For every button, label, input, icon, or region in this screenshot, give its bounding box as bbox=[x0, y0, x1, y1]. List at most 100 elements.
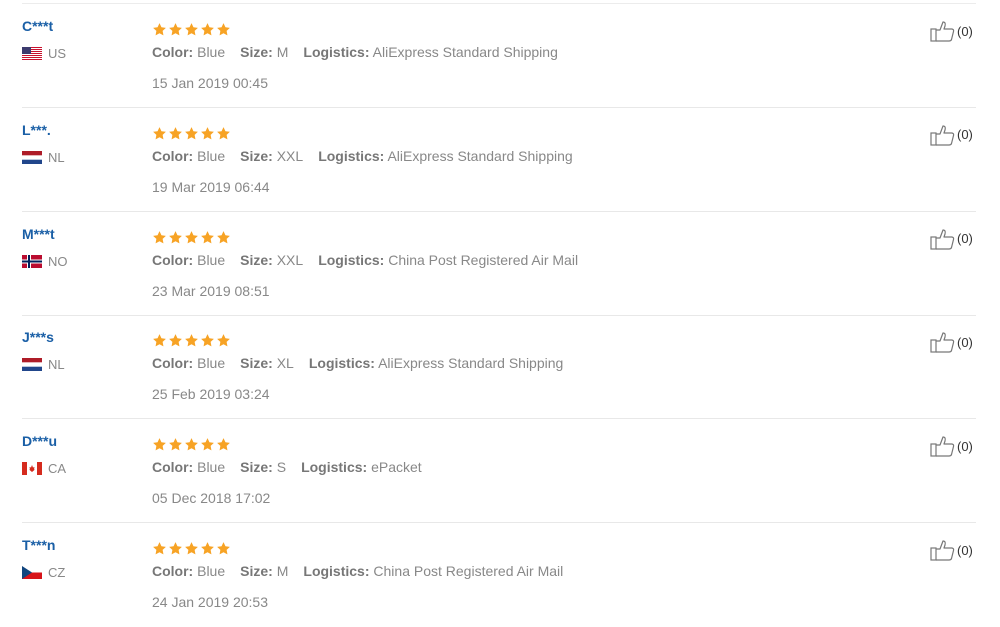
logistics-label: Logistics: bbox=[318, 147, 385, 164]
country-code: CA bbox=[48, 461, 67, 477]
reviewer-name[interactable]: J***s bbox=[22, 329, 54, 345]
country-flag-icon bbox=[22, 254, 42, 268]
color-value: Blue bbox=[197, 355, 226, 372]
star-rating bbox=[152, 22, 231, 37]
reviewer-country: NL bbox=[22, 357, 65, 372]
star-rating bbox=[152, 230, 231, 245]
thumbs-up-icon bbox=[930, 435, 956, 457]
reviewer-name[interactable]: L***. bbox=[22, 122, 51, 138]
logistics-value: AliExpress Standard Shipping bbox=[387, 147, 573, 164]
size-label: Size: bbox=[240, 563, 273, 579]
star-rating bbox=[152, 437, 231, 452]
color-value: Blue bbox=[197, 563, 226, 579]
color-label: Color: bbox=[152, 44, 194, 60]
thumbs-up-icon bbox=[930, 20, 956, 42]
helpful-count: (0) bbox=[957, 438, 973, 454]
order-details: Color: Blue Size: S Logistics: ePacket bbox=[152, 459, 437, 475]
helpful-button[interactable]: (0) bbox=[930, 331, 973, 353]
size-label: Size: bbox=[240, 147, 273, 164]
size-value: M bbox=[276, 44, 289, 60]
review-item: J***s NL Color: Blue Size: XL Logistics: Ali… bbox=[0, 315, 1000, 420]
review-date: 25 Feb 2019 03:24 bbox=[152, 386, 270, 403]
logistics-label: Logistics: bbox=[303, 563, 370, 579]
reviewer-name[interactable]: D***u bbox=[22, 433, 57, 449]
review-item: T***n CZ Color: Blue Size: M Logistics: Chin… bbox=[0, 523, 1000, 627]
logistics-label: Logistics: bbox=[303, 44, 370, 60]
helpful-count: (0) bbox=[957, 231, 973, 247]
country-code: NO bbox=[48, 253, 68, 269]
order-details: Color: Blue Size: XXL Logistics: China Pos… bbox=[152, 252, 593, 268]
country-flag-icon bbox=[22, 47, 42, 60]
color-value: Blue bbox=[197, 459, 226, 476]
color-value: Blue bbox=[197, 44, 226, 60]
size-value: XL bbox=[276, 355, 294, 372]
order-details: Color: Blue Size: XL Logistics: AliExpress… bbox=[152, 355, 578, 371]
size-value: M bbox=[276, 563, 289, 579]
logistics-value: AliExpress Standard Shipping bbox=[378, 355, 564, 372]
country-code: CZ bbox=[48, 565, 66, 580]
country-code: NL bbox=[48, 357, 65, 373]
size-value: XXL bbox=[276, 147, 304, 164]
review-item: L***. NL Color: Blue Size: XXL Logistics: Al… bbox=[0, 108, 1000, 212]
country-code: NL bbox=[48, 149, 65, 165]
color-label: Color: bbox=[152, 563, 194, 579]
country-code: US bbox=[48, 46, 67, 61]
reviewer-country: CZ bbox=[22, 565, 65, 580]
size-value: S bbox=[276, 459, 287, 476]
logistics-label: Logistics: bbox=[308, 355, 375, 372]
color-value: Blue bbox=[197, 147, 226, 164]
helpful-button[interactable]: (0) bbox=[930, 539, 973, 561]
thumbs-up-icon bbox=[930, 539, 956, 561]
color-label: Color: bbox=[152, 355, 194, 372]
color-label: Color: bbox=[152, 251, 194, 268]
size-label: Size: bbox=[240, 355, 273, 372]
helpful-count: (0) bbox=[957, 542, 973, 558]
helpful-button[interactable]: (0) bbox=[930, 228, 973, 250]
logistics-value: China Post Registered Air Mail bbox=[388, 251, 579, 268]
size-label: Size: bbox=[240, 44, 273, 60]
reviewer-country: CA bbox=[22, 461, 66, 476]
color-value: Blue bbox=[197, 251, 226, 268]
country-flag-icon bbox=[22, 150, 42, 164]
order-details: Color: Blue Size: M Logistics: China Post … bbox=[152, 563, 578, 579]
reviewer-country: US bbox=[22, 46, 66, 61]
country-flag-icon bbox=[22, 566, 42, 579]
helpful-count: (0) bbox=[957, 127, 973, 143]
size-label: Size: bbox=[240, 459, 273, 476]
logistics-label: Logistics: bbox=[318, 251, 385, 268]
helpful-count: (0) bbox=[957, 23, 973, 39]
review-item: D***u CA Color: Blue Size: S Logistics: ePac… bbox=[0, 419, 1000, 524]
order-details: Color: Blue Size: XXL Logistics: AliExpres… bbox=[152, 148, 588, 164]
reviewer-name[interactable]: C***t bbox=[22, 18, 53, 34]
star-rating bbox=[152, 541, 231, 556]
thumbs-up-icon bbox=[930, 331, 956, 353]
logistics-value: ePacket bbox=[371, 459, 422, 476]
helpful-count: (0) bbox=[957, 334, 973, 350]
thumbs-up-icon bbox=[930, 228, 956, 250]
review-date: 05 Dec 2018 17:02 bbox=[152, 490, 271, 507]
logistics-value: China Post Registered Air Mail bbox=[373, 563, 564, 579]
helpful-button[interactable]: (0) bbox=[930, 124, 973, 146]
reviewer-country: NL bbox=[22, 150, 65, 165]
review-date: 19 Mar 2019 06:44 bbox=[152, 178, 270, 195]
reviewer-name[interactable]: T***n bbox=[22, 537, 55, 553]
review-date: 23 Mar 2019 08:51 bbox=[152, 282, 270, 299]
review-date: 24 Jan 2019 20:53 bbox=[152, 594, 268, 610]
review-item: M***t NO Color: Blue Size: XXL Logistics: Ch… bbox=[0, 212, 1000, 316]
logistics-label: Logistics: bbox=[301, 459, 368, 476]
color-label: Color: bbox=[152, 459, 194, 476]
review-item: C***t US Color: Blue Size: M Logistics: AliE… bbox=[0, 4, 1000, 108]
helpful-button[interactable]: (0) bbox=[930, 435, 973, 457]
country-flag-icon bbox=[22, 358, 42, 372]
helpful-button[interactable]: (0) bbox=[930, 20, 973, 42]
reviewer-name[interactable]: M***t bbox=[22, 226, 55, 242]
order-details: Color: Blue Size: M Logistics: AliExpress … bbox=[152, 44, 573, 60]
reviewer-country: NO bbox=[22, 254, 68, 269]
logistics-value: AliExpress Standard Shipping bbox=[372, 44, 558, 60]
color-label: Color: bbox=[152, 147, 194, 164]
star-rating bbox=[152, 126, 231, 141]
size-value: XXL bbox=[276, 251, 304, 268]
star-rating bbox=[152, 333, 231, 348]
size-label: Size: bbox=[240, 251, 273, 268]
country-flag-icon bbox=[22, 462, 42, 476]
